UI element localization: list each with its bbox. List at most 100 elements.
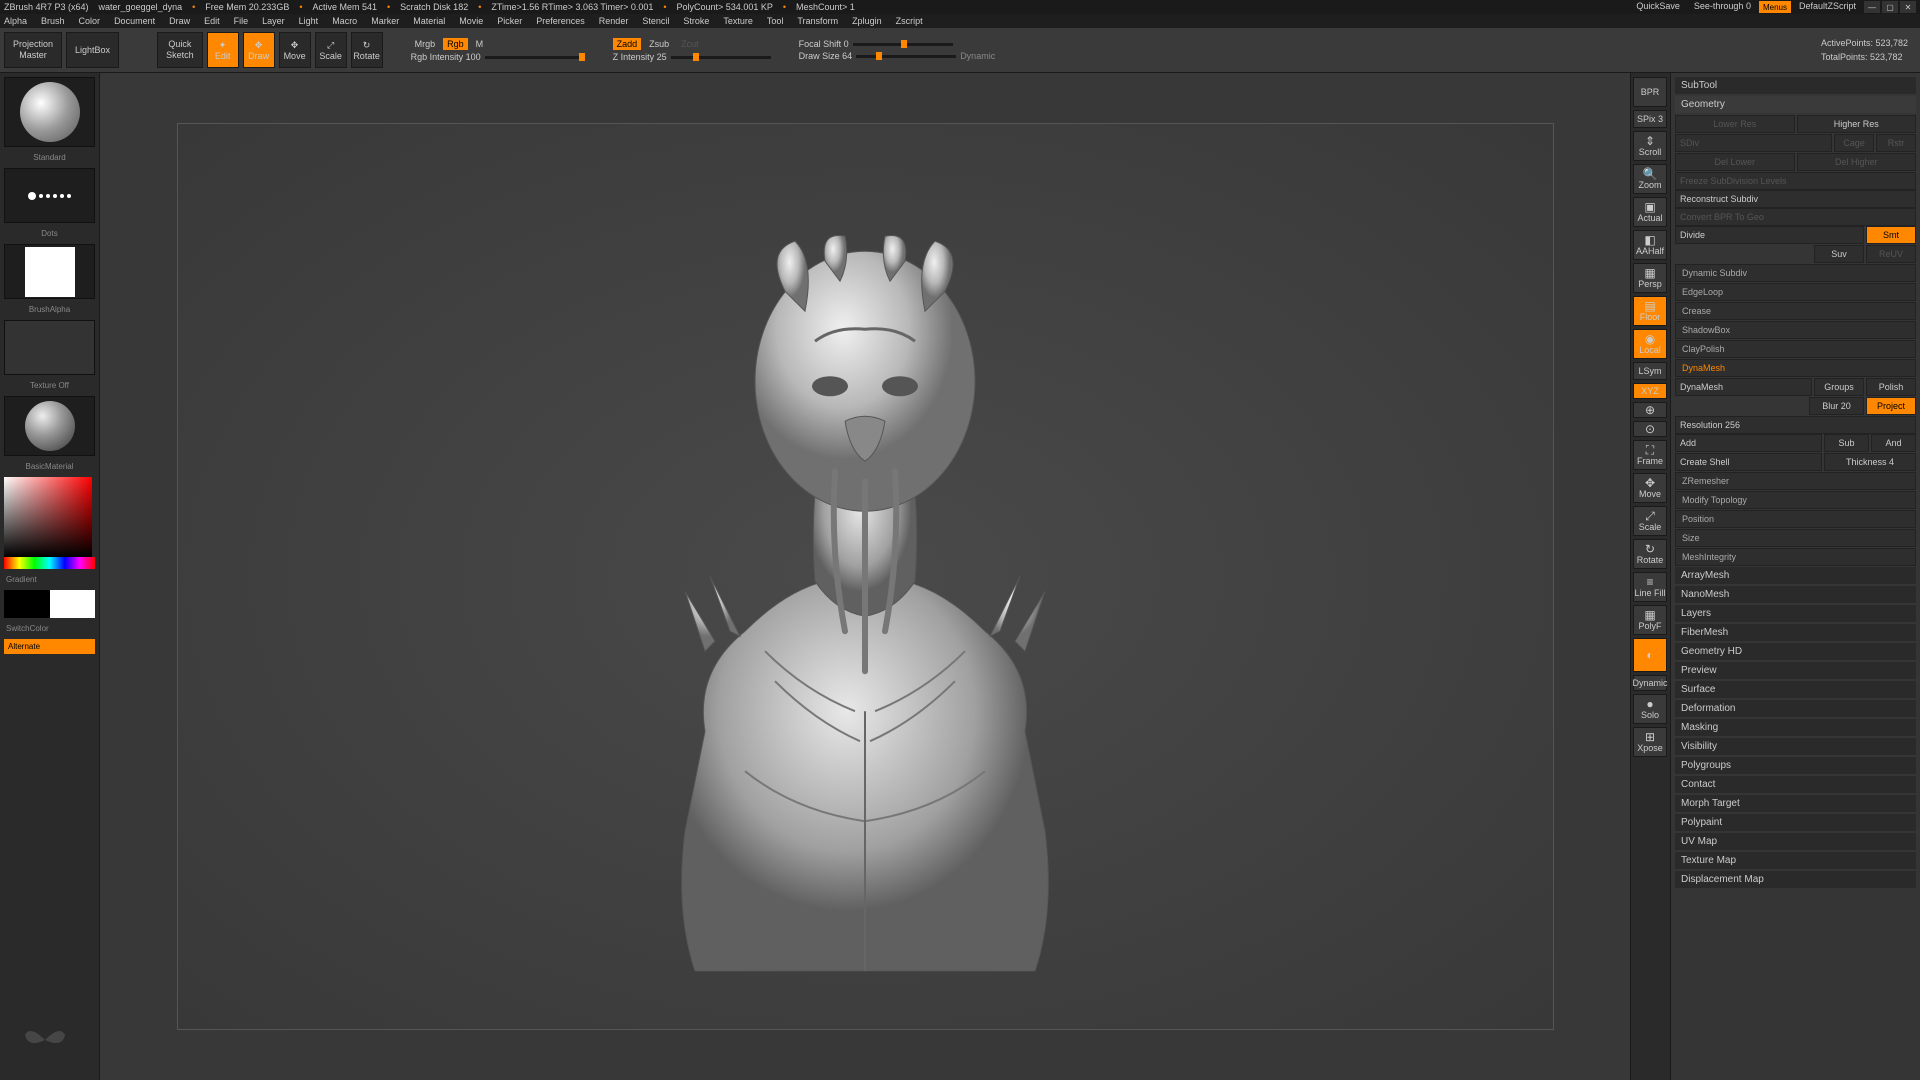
scale-button[interactable]: ⤢Scale — [315, 32, 347, 68]
higher-res-button[interactable]: Higher Res — [1797, 115, 1917, 133]
position-section[interactable]: Position — [1675, 510, 1916, 528]
zcut-toggle[interactable]: Zcut — [677, 38, 703, 50]
xpose-button[interactable]: ⊞Xpose — [1633, 727, 1667, 757]
maximize-icon[interactable]: ▢ — [1882, 1, 1898, 13]
groups-toggle[interactable]: Groups — [1814, 378, 1864, 396]
scroll-button[interactable]: ⇕Scroll — [1633, 131, 1667, 161]
menu-marker[interactable]: Marker — [371, 16, 399, 26]
color-picker[interactable] — [4, 477, 95, 569]
del-higher-button[interactable]: Del Higher — [1797, 153, 1917, 171]
xyz-button[interactable]: XYZ — [1633, 383, 1667, 399]
z-intensity-slider[interactable]: Z Intensity 25 — [613, 52, 667, 62]
menu-alpha[interactable]: Alpha — [4, 16, 27, 26]
thickness-slider[interactable]: Thickness 4 — [1824, 453, 1916, 471]
displacement-map-header[interactable]: Displacement Map — [1675, 871, 1916, 888]
spix-slider[interactable]: SPix 3 — [1633, 110, 1667, 128]
surface-header[interactable]: Surface — [1675, 681, 1916, 698]
menu-macro[interactable]: Macro — [332, 16, 357, 26]
and-button[interactable]: And — [1871, 434, 1916, 452]
transp-button[interactable]: ◐ — [1633, 638, 1667, 672]
menu-stencil[interactable]: Stencil — [642, 16, 669, 26]
modify-topology-section[interactable]: Modify Topology — [1675, 491, 1916, 509]
actual-button[interactable]: ▣Actual — [1633, 197, 1667, 227]
solo-button[interactable]: ●Solo — [1633, 694, 1667, 724]
lightbox-button[interactable]: LightBox — [66, 32, 119, 68]
sdiv-rstr[interactable]: Rstr — [1876, 134, 1916, 152]
blur-slider[interactable]: Blur 20 — [1809, 397, 1864, 415]
rotate-button[interactable]: ↻Rotate — [351, 32, 383, 68]
alternate-button[interactable]: Alternate — [4, 639, 95, 654]
suv-toggle[interactable]: Suv — [1814, 245, 1864, 263]
menu-light[interactable]: Light — [299, 16, 319, 26]
dynamic-nav-button[interactable]: Dynamic — [1633, 675, 1667, 691]
projection-master-button[interactable]: Projection Master — [4, 32, 62, 68]
add-button[interactable]: Add — [1675, 434, 1822, 452]
menu-stroke[interactable]: Stroke — [683, 16, 709, 26]
zoom-button[interactable]: 🔍Zoom — [1633, 164, 1667, 194]
floor-button[interactable]: ▤Floor — [1633, 296, 1667, 326]
move-button[interactable]: ✥Move — [279, 32, 311, 68]
focal-shift-slider[interactable]: Focal Shift 0 — [799, 39, 849, 49]
reuv-toggle[interactable]: ReUV — [1866, 245, 1916, 263]
edgeloop-section[interactable]: EdgeLoop — [1675, 283, 1916, 301]
menu-edit[interactable]: Edit — [204, 16, 220, 26]
nav-spacer2[interactable]: ⊙ — [1633, 421, 1667, 437]
quicksketch-button[interactable]: Quick Sketch — [157, 32, 203, 68]
stroke-selector[interactable] — [4, 168, 95, 223]
menu-render[interactable]: Render — [599, 16, 629, 26]
edit-button[interactable]: ✦Edit — [207, 32, 239, 68]
polypaint-header[interactable]: Polypaint — [1675, 814, 1916, 831]
menu-brush[interactable]: Brush — [41, 16, 65, 26]
rgb-intensity-slider[interactable]: Rgb Intensity 100 — [411, 52, 481, 62]
deformation-header[interactable]: Deformation — [1675, 700, 1916, 717]
contact-header[interactable]: Contact — [1675, 776, 1916, 793]
aahalf-button[interactable]: ◧AAHalf — [1633, 230, 1667, 260]
alpha-selector[interactable] — [4, 244, 95, 299]
lsym-button[interactable]: LSym — [1633, 362, 1667, 380]
menu-color[interactable]: Color — [79, 16, 101, 26]
menu-transform[interactable]: Transform — [797, 16, 838, 26]
linefill-button[interactable]: ≡Line Fill — [1633, 572, 1667, 602]
canvas-area[interactable] — [100, 73, 1630, 1080]
sub-button[interactable]: Sub — [1824, 434, 1869, 452]
default-zscript[interactable]: DefaultZScript — [1793, 1, 1862, 13]
geometry-hd-header[interactable]: Geometry HD — [1675, 643, 1916, 660]
sdiv-slider[interactable]: SDiv — [1675, 134, 1832, 152]
menu-material[interactable]: Material — [413, 16, 445, 26]
polish-toggle[interactable]: Polish — [1866, 378, 1916, 396]
smt-toggle[interactable]: Smt — [1866, 226, 1916, 244]
divide-button[interactable]: Divide — [1675, 226, 1864, 244]
geometry-header[interactable]: Geometry — [1675, 96, 1916, 113]
fibermesh-header[interactable]: FiberMesh — [1675, 624, 1916, 641]
resolution-slider[interactable]: Resolution 256 — [1675, 416, 1916, 434]
mrgb-toggle[interactable]: Mrgb — [411, 38, 440, 50]
nav-move-button[interactable]: ✥Move — [1633, 473, 1667, 503]
material-selector[interactable] — [4, 396, 95, 456]
menu-texture[interactable]: Texture — [723, 16, 753, 26]
frame-button[interactable]: ⛶Frame — [1633, 440, 1667, 470]
layers-header[interactable]: Layers — [1675, 605, 1916, 622]
zadd-toggle[interactable]: Zadd — [613, 38, 642, 50]
menu-preferences[interactable]: Preferences — [536, 16, 585, 26]
sdiv-cage[interactable]: Cage — [1834, 134, 1874, 152]
del-lower-button[interactable]: Del Lower — [1675, 153, 1795, 171]
polygroups-header[interactable]: Polygroups — [1675, 757, 1916, 774]
texture-selector[interactable] — [4, 320, 95, 375]
zremesher-section[interactable]: ZRemesher — [1675, 472, 1916, 490]
dynamesh-header[interactable]: DynaMesh — [1675, 359, 1916, 377]
gradient-toggle[interactable]: Gradient — [4, 573, 95, 586]
nav-scale-button[interactable]: ⤢Scale — [1633, 506, 1667, 536]
subtool-header[interactable]: SubTool — [1675, 77, 1916, 94]
menu-file[interactable]: File — [234, 16, 249, 26]
crease-section[interactable]: Crease — [1675, 302, 1916, 320]
lower-res-button[interactable]: Lower Res — [1675, 115, 1795, 133]
claypolish-section[interactable]: ClayPolish — [1675, 340, 1916, 358]
zsub-toggle[interactable]: Zsub — [645, 38, 673, 50]
create-shell-button[interactable]: Create Shell — [1675, 453, 1822, 471]
m-toggle[interactable]: M — [472, 38, 488, 50]
dynamesh-button[interactable]: DynaMesh — [1675, 378, 1812, 396]
menu-tool[interactable]: Tool — [767, 16, 784, 26]
menu-picker[interactable]: Picker — [497, 16, 522, 26]
draw-button[interactable]: ✥Draw — [243, 32, 275, 68]
project-toggle[interactable]: Project — [1866, 397, 1916, 415]
